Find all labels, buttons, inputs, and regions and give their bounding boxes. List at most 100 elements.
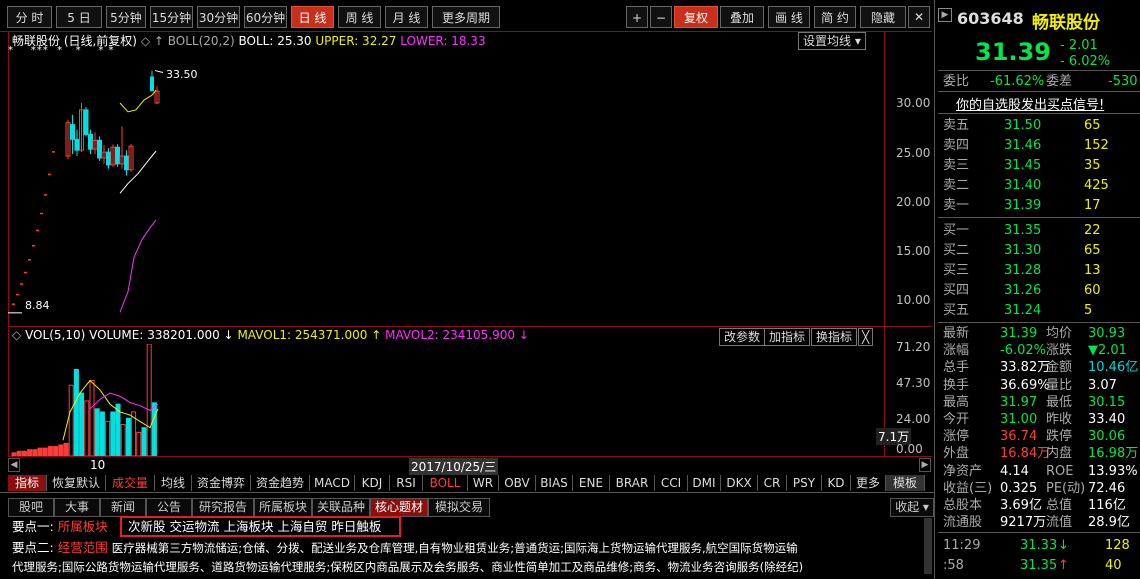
stat-row: 净资产 4.14 ROE 13.93% [940,462,1140,481]
period-5day[interactable]: 5 日 [56,6,102,28]
collapse-button[interactable]: 收起 ▾ [890,498,934,517]
stat-label: 最高 [943,394,970,410]
tab-sim-trade[interactable]: 模拟交易 [428,498,490,517]
candle [83,109,89,135]
tab-wr[interactable]: WR [468,475,499,491]
tab-dkx[interactable]: DKX [721,475,758,491]
simple-button[interactable]: 简 约 [814,6,856,28]
tab-sectors[interactable]: 所属板块 [254,498,312,517]
tick-price: 31.35 [1020,558,1058,573]
tab-indicator[interactable]: 指标 [8,475,47,491]
volume-bar [110,411,116,456]
tab-more[interactable]: 更多 [851,475,886,491]
scroll-right-icon[interactable]: ▶ [919,458,931,472]
fuquan-button[interactable]: 复权 [674,6,718,28]
stat-row: 外盘 16.84万 内盘 16.98万 [940,444,1140,463]
vol-ytick-zero: 0.00 [896,442,923,456]
bid-volume: 60 [1084,283,1101,298]
stat-value: 10.46亿 [1088,360,1139,376]
tab-kd[interactable]: KD [822,475,851,491]
zoom-out-button[interactable]: − [650,6,672,28]
tab-cci[interactable]: CCI [655,475,688,491]
point-key: 所属板块 [57,519,108,534]
scroll-left-icon[interactable]: ◀ [8,458,20,472]
period-5min[interactable]: 5分钟 [106,6,146,28]
buy-signal-link[interactable]: 你的自选股发出买点信号! [956,94,1104,113]
period-30min[interactable]: 30分钟 [197,6,240,28]
tab-boll[interactable]: BOLL [423,475,468,491]
tab-fund-trend[interactable]: 资金趋势 [251,475,310,491]
tab-events[interactable]: 大事 [54,498,100,517]
kline-chart [8,70,164,314]
x-date-label: 2017/10/25/三 [409,458,499,475]
stat-label: PE(动) [1046,480,1086,496]
tab-research[interactable]: 研究报告 [192,498,254,517]
tab-fund-game[interactable]: 资金博弈 [192,475,251,491]
period-more[interactable]: 更多周期 [432,6,500,28]
tab-obv[interactable]: OBV [499,475,536,491]
stat-value: 116亿 [1088,498,1126,513]
ask-row: 卖五 31.50 65 [940,116,1140,135]
tab-macd[interactable]: MACD [310,475,355,491]
vol-ytick: 71.20 [896,340,931,354]
period-fenshi[interactable]: 分 时 [7,6,52,28]
period-15min[interactable]: 15分钟 [150,6,193,28]
bid-price: 31.26 [1004,283,1042,298]
candle [106,151,111,166]
period-month[interactable]: 月 线 [385,6,428,28]
period-week[interactable]: 周 线 [338,6,381,28]
tab-ma[interactable]: 均线 [155,475,192,491]
tab-announcements[interactable]: 公告 [146,498,192,517]
volume-chart [11,344,159,456]
stat-label: 内盘 [1046,446,1073,462]
tab-brar[interactable]: BRAR [610,475,655,491]
f10-scrollbar[interactable] [924,518,932,574]
draw-line-button[interactable]: 画 线 [768,6,810,28]
ask-volume: 65 [1084,118,1101,133]
high-marker [154,70,164,74]
tab-guba[interactable]: 股吧 [8,498,54,517]
stat-value: 30.06 [1088,429,1126,445]
bid-label: 买四 [943,283,970,298]
tab-reset[interactable]: 恢复默认 [47,475,106,491]
period-day[interactable]: 日 线 [291,6,334,28]
tab-kdj[interactable]: KDJ [355,475,390,491]
tab-related[interactable]: 关联品种 [312,498,370,517]
bid-price: 31.35 [1004,223,1042,238]
mavol2-line [89,392,159,411]
price-change-pct: - 6.02% [1060,54,1111,69]
close-icon[interactable]: ✕ [908,6,930,28]
zoom-in-button[interactable]: + [626,6,648,28]
tab-dmi[interactable]: DMI [688,475,721,491]
ask-row: 卖一 31.39 17 [940,196,1140,215]
volume-bar [146,344,152,456]
tab-template[interactable]: 模板 [886,475,925,491]
point-label: 要点一: [12,519,54,534]
tab-bias[interactable]: BIAS [536,475,573,491]
tab-psy[interactable]: PSY [787,475,822,491]
tab-ene[interactable]: ENE [573,475,610,491]
tab-rsi[interactable]: RSI [390,475,423,491]
overlay-button[interactable]: 叠加 [720,6,764,28]
panel-toggle-icon[interactable]: ▶ [938,8,952,22]
ask-price: 31.39 [1004,198,1042,213]
tab-core-themes[interactable]: 核心题材 [370,498,428,517]
tab-news[interactable]: 新闻 [100,498,146,517]
volume-bar [21,450,27,456]
volume-bar [125,417,131,456]
tab-cr[interactable]: CR [758,475,787,491]
period-60min[interactable]: 60分钟 [244,6,287,28]
stat-row: 流通股 9217万 流值 28.9亿 [940,513,1140,532]
stat-value: 33.82万 [1000,360,1051,376]
tab-volume[interactable]: 成交量 [106,475,155,491]
volume-bar [94,408,100,456]
webi-value: -61.62% [990,74,1045,89]
bid-price: 31.30 [1004,243,1042,258]
volume-bar [58,444,64,456]
hide-button[interactable]: 隐藏 [860,6,906,28]
ask-row: 卖三 31.45 35 [940,156,1140,175]
ask-volume: 35 [1084,158,1101,173]
point-key: 经营范围 [57,540,108,555]
ask-label: 卖三 [943,158,970,173]
ask-label: 卖四 [943,138,970,153]
